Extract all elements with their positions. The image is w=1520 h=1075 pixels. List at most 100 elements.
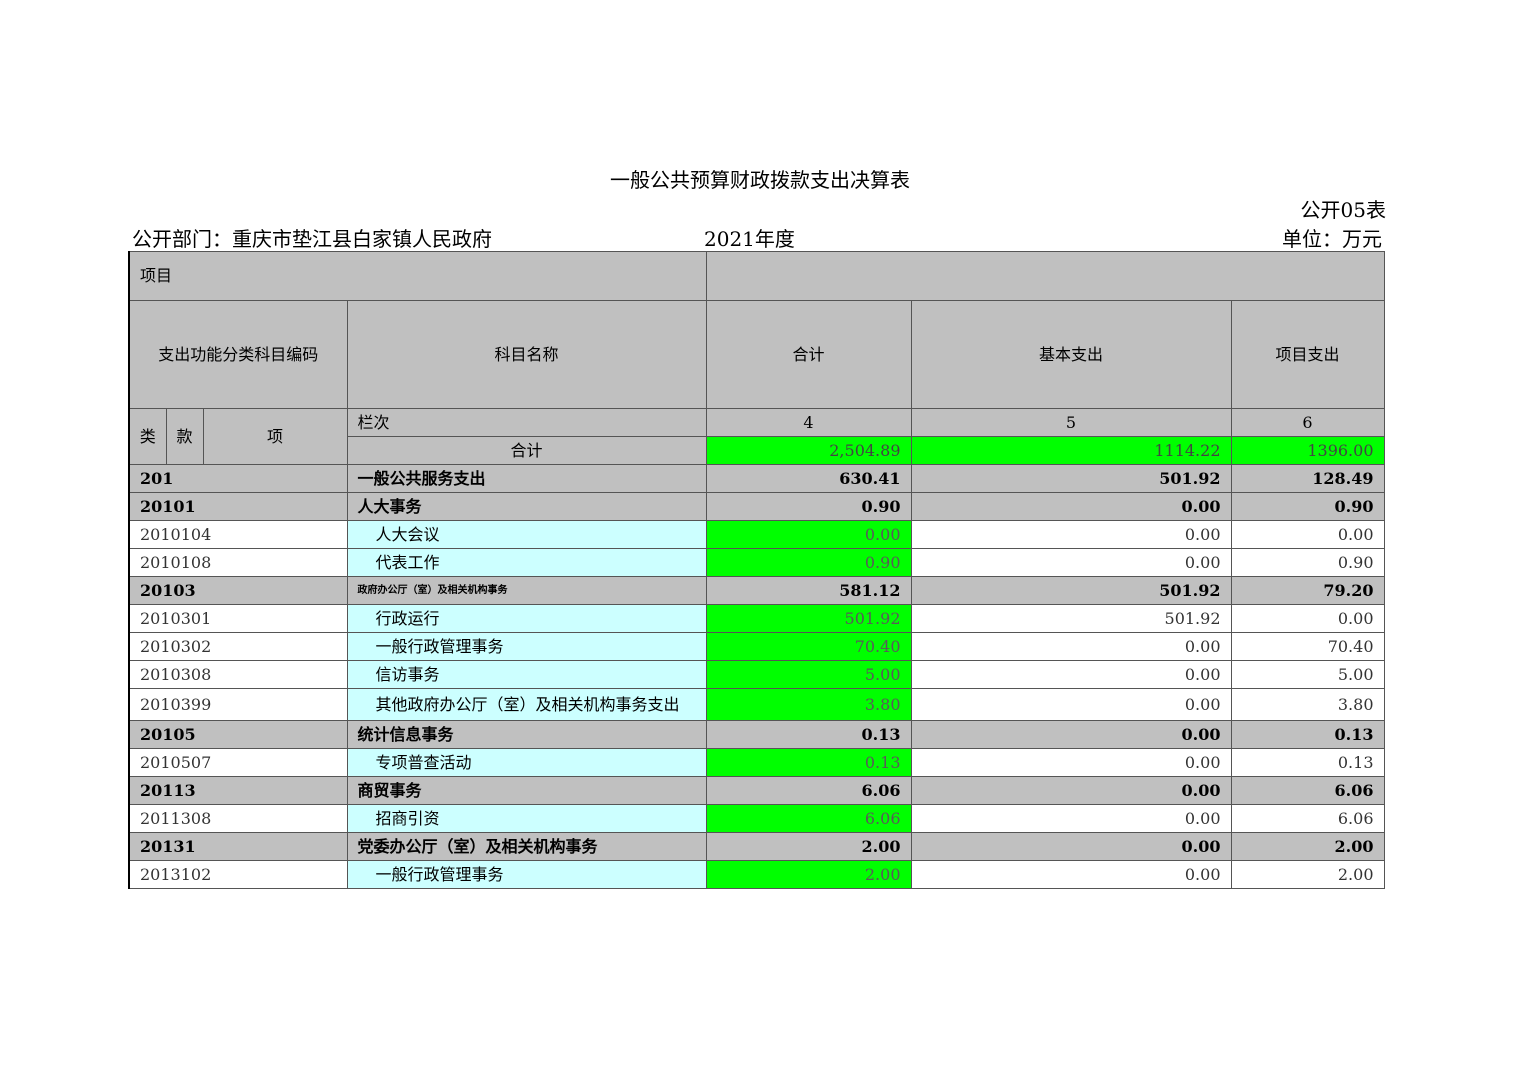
table-row: 2013102 一般行政管理事务 2.00 0.00 2.00: [128, 860, 1385, 889]
name-column-header: 科目名称: [346, 300, 707, 409]
row-item: 3.80: [1230, 688, 1385, 721]
row-code: 20131: [128, 832, 348, 861]
header-row-columns: 支出功能分类科目编码 科目名称 合计 基本支出 项目支出: [128, 300, 1385, 409]
row-name: 人大事务: [346, 492, 707, 521]
lei-header: 类: [128, 408, 167, 465]
row-total: 5.00: [705, 660, 912, 689]
row-name: 其他政府办公厅（室）及相关机构事务支出: [346, 688, 707, 721]
row-total: 3.80: [705, 688, 912, 721]
row-item: 0.00: [1230, 520, 1385, 549]
row-item: 0.13: [1230, 748, 1385, 777]
category-row: 201 一般公共服务支出 630.41 501.92 128.49: [128, 464, 1385, 493]
row-total: 6.06: [705, 776, 912, 805]
column-number-4: 4: [705, 408, 912, 437]
category-row: 20103 政府办公厅（室）及相关机构事务 581.12 501.92 79.20: [128, 576, 1385, 605]
row-total: 581.12: [705, 576, 912, 605]
expenditure-table: 项目 支出功能分类科目编码 科目名称 合计 基本支出 项目支出 类 款 项 栏次…: [128, 251, 1385, 889]
kuan-header: 款: [165, 408, 204, 465]
row-name: 人大会议: [346, 520, 707, 549]
category-row: 20113 商贸事务 6.06 0.00 6.06: [128, 776, 1385, 805]
row-basic: 501.92: [910, 604, 1232, 633]
header-row-project: 项目: [128, 251, 1385, 301]
row-name: 统计信息事务: [346, 720, 707, 749]
xiang-header: 项: [202, 408, 348, 465]
row-code: 2010399: [128, 688, 348, 721]
project-header-blank: [705, 251, 1385, 301]
row-basic: 0.00: [910, 548, 1232, 577]
row-item: 79.20: [1230, 576, 1385, 605]
row-basic: 0.00: [910, 520, 1232, 549]
header-row-lanci: 类 款 项 栏次 4 5 6: [128, 408, 1385, 465]
row-name: 一般行政管理事务: [346, 632, 707, 661]
row-basic: 0.00: [910, 492, 1232, 521]
fiscal-year-label: 2021年度: [704, 227, 795, 251]
row-basic: 0.00: [910, 632, 1232, 661]
row-code: 2013102: [128, 860, 348, 889]
row-code: 2010308: [128, 660, 348, 689]
category-row: 20101 人大事务 0.90 0.00 0.90: [128, 492, 1385, 521]
department-label: 公开部门：重庆市垫江县白家镇人民政府: [132, 227, 492, 251]
row-name: 商贸事务: [346, 776, 707, 805]
row-basic: 0.00: [910, 688, 1232, 721]
row-basic: 0.00: [910, 860, 1232, 889]
table-row: 2010308 信访事务 5.00 0.00 5.00: [128, 660, 1385, 689]
total-row-item: 1396.00: [1230, 436, 1385, 465]
table-row: 2011308 招商引资 6.06 0.00 6.06: [128, 804, 1385, 833]
row-item: 0.00: [1230, 604, 1385, 633]
row-total: 70.40: [705, 632, 912, 661]
row-basic: 0.00: [910, 776, 1232, 805]
row-code: 2010302: [128, 632, 348, 661]
row-item: 5.00: [1230, 660, 1385, 689]
total-row-label: 合计: [346, 436, 707, 465]
item-column-header: 项目支出: [1230, 300, 1385, 409]
lanci-header: 栏次: [346, 408, 707, 437]
basic-column-header: 基本支出: [910, 300, 1232, 409]
row-total: 0.13: [705, 720, 912, 749]
row-item: 0.90: [1230, 492, 1385, 521]
table-row: 2010507 专项普查活动 0.13 0.00 0.13: [128, 748, 1385, 777]
row-total: 0.00: [705, 520, 912, 549]
row-code: 2010301: [128, 604, 348, 633]
row-item: 0.13: [1230, 720, 1385, 749]
row-total: 0.90: [705, 492, 912, 521]
row-basic: 0.00: [910, 660, 1232, 689]
column-number-5: 5: [910, 408, 1232, 437]
row-name: 专项普查活动: [346, 748, 707, 777]
table-row: 2010399 其他政府办公厅（室）及相关机构事务支出 3.80 0.00 3.80: [128, 688, 1385, 721]
row-total: 630.41: [705, 464, 912, 493]
row-name: 党委办公厅（室）及相关机构事务: [346, 832, 707, 861]
total-column-header: 合计: [705, 300, 912, 409]
row-item: 6.06: [1230, 804, 1385, 833]
row-total: 0.13: [705, 748, 912, 777]
row-name: 行政运行: [346, 604, 707, 633]
row-total: 6.06: [705, 804, 912, 833]
row-total: 2.00: [705, 860, 912, 889]
row-basic: 0.00: [910, 832, 1232, 861]
total-row-total: 2,504.89: [705, 436, 912, 465]
row-code: 20101: [128, 492, 348, 521]
row-basic: 0.00: [910, 720, 1232, 749]
table-row: 2010108 代表工作 0.90 0.00 0.90: [128, 548, 1385, 577]
row-item: 0.90: [1230, 548, 1385, 577]
project-header: 项目: [128, 251, 707, 301]
row-item: 6.06: [1230, 776, 1385, 805]
row-item: 70.40: [1230, 632, 1385, 661]
row-name: 信访事务: [346, 660, 707, 689]
row-code: 20103: [128, 576, 348, 605]
table-row: 2010302 一般行政管理事务 70.40 0.00 70.40: [128, 632, 1385, 661]
row-basic: 501.92: [910, 464, 1232, 493]
row-code: 2011308: [128, 804, 348, 833]
row-basic: 0.00: [910, 804, 1232, 833]
row-name: 代表工作: [346, 548, 707, 577]
row-code: 20113: [128, 776, 348, 805]
row-code: 201: [128, 464, 348, 493]
row-name: 政府办公厅（室）及相关机构事务: [346, 576, 707, 605]
row-code: 2010507: [128, 748, 348, 777]
row-item: 2.00: [1230, 832, 1385, 861]
row-code: 20105: [128, 720, 348, 749]
category-row: 20105 统计信息事务 0.13 0.00 0.13: [128, 720, 1385, 749]
row-basic: 501.92: [910, 576, 1232, 605]
table-row: 2010301 行政运行 501.92 501.92 0.00: [128, 604, 1385, 633]
row-item: 128.49: [1230, 464, 1385, 493]
unit-label: 单位：万元: [1282, 227, 1382, 251]
